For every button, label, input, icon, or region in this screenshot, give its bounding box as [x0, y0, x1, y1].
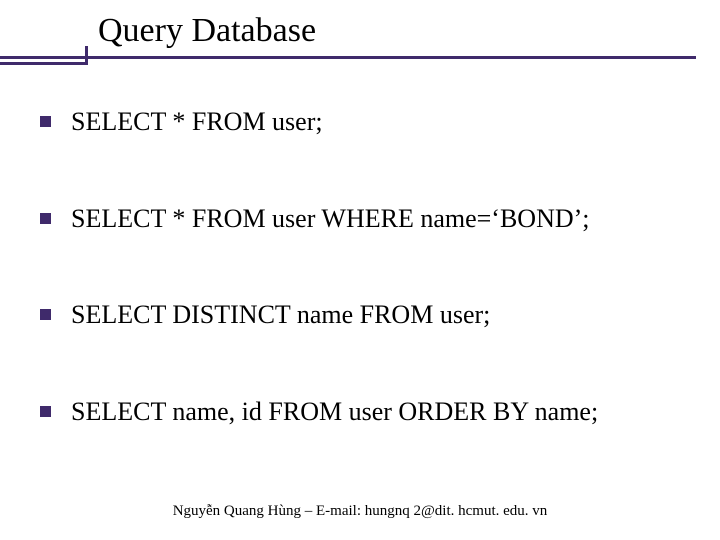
- list-item: SELECT DISTINCT name FROM user;: [40, 299, 680, 332]
- square-bullet-icon: [40, 213, 51, 224]
- square-bullet-icon: [40, 116, 51, 127]
- rule-short: [0, 62, 88, 65]
- square-bullet-icon: [40, 309, 51, 320]
- item-text: SELECT DISTINCT name FROM user;: [71, 299, 490, 332]
- item-text: SELECT * FROM user;: [71, 106, 323, 139]
- item-text: SELECT name, id FROM user ORDER BY name;: [71, 396, 598, 429]
- rule-long: [0, 56, 696, 59]
- square-bullet-icon: [40, 406, 51, 417]
- list-item: SELECT * FROM user;: [40, 106, 680, 139]
- slide-header: Query Database: [0, 0, 720, 66]
- list-item: SELECT name, id FROM user ORDER BY name;: [40, 396, 680, 429]
- slide-content: SELECT * FROM user; SELECT * FROM user W…: [0, 66, 720, 428]
- slide-title: Query Database: [98, 12, 720, 50]
- slide-footer: Nguyễn Quang Hùng – E-mail: hungnq 2@dit…: [0, 503, 720, 520]
- title-rule: [0, 56, 720, 66]
- item-text: SELECT * FROM user WHERE name=‘BOND’;: [71, 203, 590, 236]
- rule-tick: [85, 46, 88, 64]
- list-item: SELECT * FROM user WHERE name=‘BOND’;: [40, 203, 680, 236]
